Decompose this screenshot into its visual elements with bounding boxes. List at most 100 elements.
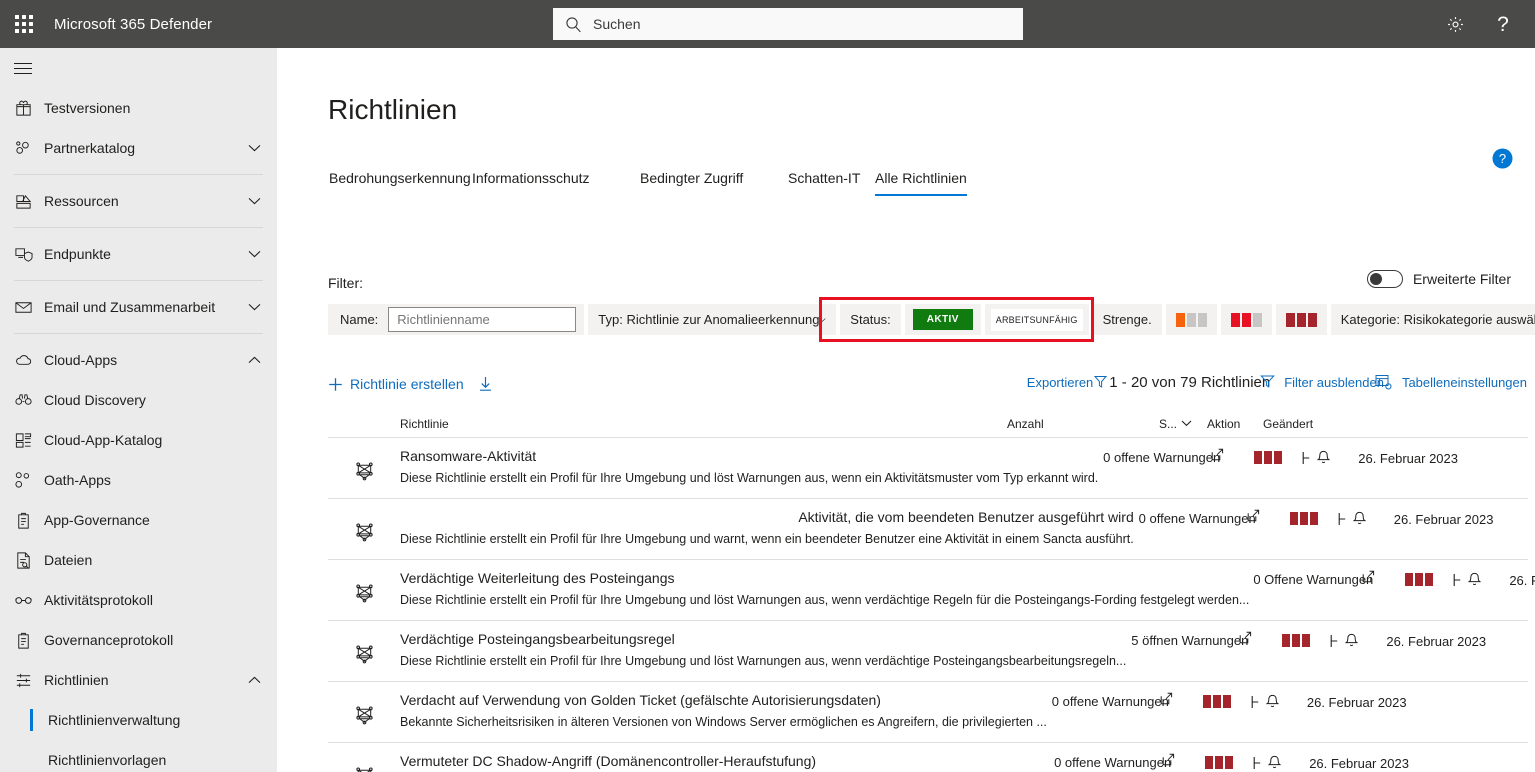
- alert-count-wrapper: 0 offene Warnungen: [1102, 448, 1254, 465]
- nav-collapse-button[interactable]: [0, 48, 277, 88]
- severity-bars: [1202, 692, 1231, 708]
- policy-title[interactable]: Aktivität, die vom beendeten Benutzer au…: [400, 509, 1133, 525]
- sidebar-item-governanceprotokoll[interactable]: Governanceprotokoll: [0, 620, 277, 660]
- header-severity[interactable]: S...: [1159, 417, 1207, 431]
- severity-option-medium[interactable]: [1220, 304, 1272, 335]
- suite-bar: Microsoft 365 Defender Suchen ?: [0, 0, 1535, 48]
- open-in-new-window-icon[interactable]: [1362, 570, 1375, 586]
- severity-bar: [1212, 695, 1221, 708]
- chevron-down-icon[interactable]: [247, 250, 261, 258]
- bell-icon[interactable]: [1316, 450, 1331, 470]
- governance-icon[interactable]: [1338, 512, 1347, 531]
- sidebar-item-richtlinienvorlagen[interactable]: Richtlinienvorlagen: [0, 740, 277, 772]
- table-row[interactable]: Verdächtige Posteingangsbearbeitungsrege…: [328, 621, 1528, 682]
- open-in-new-window-icon[interactable]: [1162, 753, 1175, 769]
- sidebar-item-cloud-discovery[interactable]: Cloud Discovery: [0, 380, 277, 420]
- table-row[interactable]: Verdacht auf Verwendung von Golden Ticke…: [328, 682, 1528, 743]
- policy-name-input[interactable]: [388, 307, 577, 332]
- governance-icon[interactable]: [1253, 756, 1262, 772]
- advanced-filter-toggle[interactable]: Erweiterte Filter: [1366, 270, 1511, 288]
- bell-icon[interactable]: [1267, 755, 1282, 772]
- table-row[interactable]: Vermuteter DC Shadow-Angriff (Domänencon…: [328, 743, 1528, 772]
- policy-name-cell: Ransomware-Aktivität Diese Richtlinie ers…: [400, 448, 1102, 485]
- hide-filters-button[interactable]: Filter ausblenden: [1284, 375, 1384, 390]
- chevron-down-icon[interactable]: [247, 303, 261, 311]
- tab-schatten-it[interactable]: Schatten-IT: [788, 170, 860, 196]
- toggle-switch[interactable]: [1366, 270, 1403, 288]
- alert-count-label[interactable]: 0 Offene Warnungen: [1253, 572, 1373, 587]
- sidebar-item-cloud-app-katalog[interactable]: Cloud-App-Katalog: [0, 420, 277, 460]
- sidebar-item-endpunkte[interactable]: Endpunkte: [0, 234, 277, 274]
- action-icons: [1453, 570, 1509, 592]
- sidebar-item-richtlinien[interactable]: Richtlinien: [0, 660, 277, 700]
- sidebar-item-oath-apps[interactable]: Oath-Apps: [0, 460, 277, 500]
- chevron-down-icon[interactable]: [247, 197, 261, 205]
- governance-icon[interactable]: [1330, 634, 1339, 653]
- search-input-placeholder[interactable]: Suchen: [593, 16, 640, 32]
- bell-icon[interactable]: [1467, 572, 1482, 592]
- catalog-grid-icon: [15, 432, 32, 448]
- sidebar-item-cloud-apps[interactable]: Cloud-Apps: [0, 340, 277, 380]
- export-button[interactable]: Exportieren: [1027, 375, 1108, 390]
- governance-icon[interactable]: [1302, 451, 1311, 470]
- sidebar-item-ressourcen[interactable]: Ressourcen: [0, 181, 277, 221]
- filter-category-dropdown[interactable]: Kategorie: Risikokategorie auswählen: [1330, 304, 1535, 335]
- status-inactive-option[interactable]: ARBEITSUNFÄHIG: [984, 304, 1089, 335]
- sidebar-item-dateien[interactable]: Dateien: [0, 540, 277, 580]
- bell-icon[interactable]: [1344, 633, 1359, 653]
- sidebar-item-testversionen[interactable]: Testversionen: [0, 88, 277, 128]
- status-active-option[interactable]: AKTIV: [904, 304, 981, 335]
- policy-title[interactable]: Verdächtige Weiterleitung des Posteingan…: [400, 570, 1249, 586]
- anomaly-policy-icon: [355, 523, 373, 542]
- open-in-new-window-icon[interactable]: [1160, 692, 1173, 708]
- filter-type-dropdown[interactable]: Typ: Richtlinie zur Anomalieerkennung: [588, 304, 837, 335]
- severity-option-low[interactable]: [1165, 304, 1217, 335]
- chevron-down-icon: [819, 317, 826, 322]
- alert-count-wrapper: 0 offene Warnungen: [1053, 753, 1205, 770]
- table-row[interactable]: Ransomware-Aktivität Diese Richtlinie ers…: [328, 438, 1528, 499]
- open-in-new-window-icon[interactable]: [1247, 509, 1260, 525]
- settings-button[interactable]: [1431, 0, 1479, 48]
- alert-count-label[interactable]: 5 öffnen Warnungen: [1131, 633, 1248, 648]
- open-in-new-window-icon[interactable]: [1239, 631, 1252, 647]
- alert-count-wrapper: 0 Offene Warnungen: [1253, 570, 1405, 587]
- tab-informationsschutz[interactable]: Informationsschutz: [472, 170, 590, 196]
- sidebar-item-aktivit-tsprotokoll[interactable]: Aktivitätsprotokoll: [0, 580, 277, 620]
- bell-icon[interactable]: [1352, 511, 1367, 531]
- create-policy-button[interactable]: Richtlinie erstellen: [328, 376, 464, 392]
- download-button[interactable]: [470, 376, 501, 392]
- sidebar-item-email-und-zusammenarbeit[interactable]: Email und Zusammenarbeit: [0, 287, 277, 327]
- governance-icon[interactable]: [1453, 573, 1462, 592]
- sidebar-item-app-governance[interactable]: App-Governance: [0, 500, 277, 540]
- chevron-up-icon[interactable]: [247, 356, 261, 364]
- table-settings-button[interactable]: Tabelleneinstellungen: [1402, 375, 1527, 390]
- alert-count-label[interactable]: 0 offene Warnungen: [1052, 694, 1169, 709]
- alert-count-label[interactable]: 0 offene Warnungen: [1139, 511, 1256, 526]
- alert-count-label[interactable]: 0 offene Warnungen: [1054, 755, 1171, 770]
- severity-option-high[interactable]: [1275, 304, 1327, 335]
- policy-title[interactable]: Ransomware-Aktivität: [400, 448, 1098, 464]
- sidebar-item-richtlinienverwaltung[interactable]: Richtlinienverwaltung: [0, 700, 277, 740]
- sliders-icon: [16, 673, 31, 687]
- svg-text:?: ?: [1499, 151, 1506, 166]
- chevron-up-icon[interactable]: [247, 676, 261, 684]
- table-row[interactable]: Aktivität, die vom beendeten Benutzer au…: [328, 499, 1528, 560]
- table-row[interactable]: Verdächtige Weiterleitung des Posteingan…: [328, 560, 1535, 621]
- policy-title[interactable]: Vermuteter DC Shadow-Angriff (Domänencon…: [400, 753, 1049, 769]
- app-launcher-button[interactable]: [0, 0, 48, 48]
- tab-alle-richtlinien[interactable]: Alle Richtlinien: [875, 170, 967, 196]
- sidebar-item-label: Dateien: [44, 552, 93, 568]
- help-button[interactable]: ?: [1479, 0, 1527, 48]
- governance-icon[interactable]: [1251, 695, 1260, 714]
- bell-icon[interactable]: [1265, 694, 1280, 714]
- global-search[interactable]: Suchen: [553, 8, 1023, 40]
- alert-count-label[interactable]: 0 offene Warnungen: [1103, 450, 1220, 465]
- file-search-icon: [14, 551, 44, 570]
- sidebar-item-partnerkatalog[interactable]: Partnerkatalog: [0, 128, 277, 168]
- tab-bedingter-zugriff[interactable]: Bedingter Zugriff: [640, 170, 743, 196]
- chevron-down-icon[interactable]: [247, 144, 261, 152]
- open-in-new-window-icon[interactable]: [1211, 448, 1224, 464]
- tab-bedrohungserkennung[interactable]: Bedrohungserkennung: [329, 170, 471, 196]
- policy-title[interactable]: Verdächtige Posteingangsbearbeitungsrege…: [400, 631, 1126, 647]
- policy-title[interactable]: Verdacht auf Verwendung von Golden Ticke…: [400, 692, 1047, 708]
